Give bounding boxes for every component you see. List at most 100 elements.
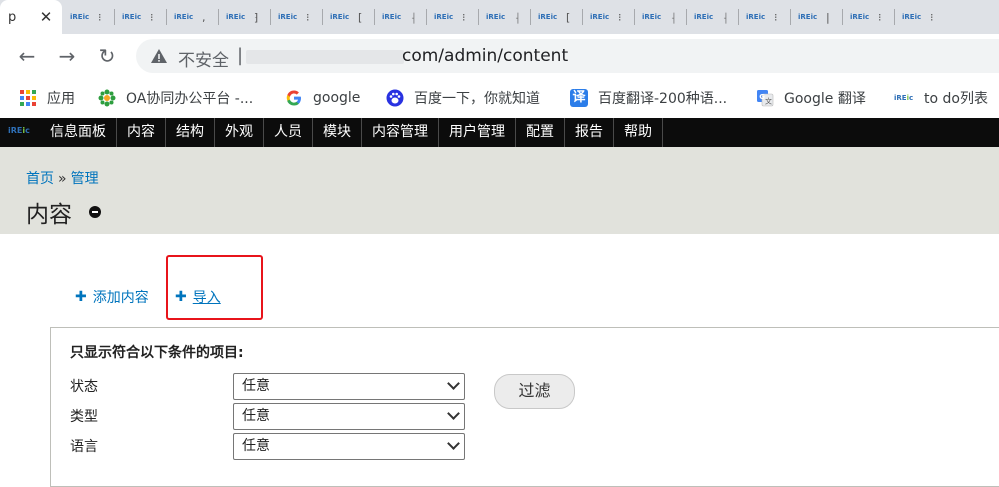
- bookmark-label: 百度一下，你就知道: [414, 91, 540, 107]
- site-logo-icon[interactable]: iREic: [8, 126, 30, 135]
- tab-title: ⁝: [930, 10, 934, 24]
- admin-menu-item[interactable]: 人员: [263, 118, 312, 147]
- tab-title: ⁝: [774, 10, 778, 24]
- browser-tab[interactable]: iREic ⸡: [634, 0, 686, 34]
- bookmark-apps[interactable]: 应用: [19, 78, 75, 118]
- admin-menu-item[interactable]: 帮助: [613, 118, 663, 147]
- admin-menu-item[interactable]: 外观: [214, 118, 263, 147]
- browser-tab-active[interactable]: p ✕: [0, 0, 62, 34]
- bookmark-google[interactable]: google: [285, 78, 360, 118]
- url-text[interactable]: com/admin/content: [402, 46, 568, 66]
- browser-tab[interactable]: iREic [: [322, 0, 374, 34]
- tab-title: ⸡: [722, 10, 729, 24]
- close-tab-icon[interactable]: ✕: [36, 7, 56, 27]
- remove-shortcut-icon[interactable]: [89, 206, 101, 218]
- tab-title: [: [358, 10, 363, 24]
- tab-title: ⸡: [410, 10, 417, 24]
- type-label: 类型: [70, 409, 98, 425]
- redacted-host: [246, 50, 404, 64]
- browser-tab[interactable]: iREic ⸡: [686, 0, 738, 34]
- bookmark-label: OA协同办公平台 -...: [126, 91, 254, 107]
- browser-toolbar: ← → ↻ 不安全 | com/admin/content: [0, 34, 999, 78]
- tab-title: |: [826, 10, 830, 24]
- tab-title: ⸡: [514, 10, 521, 24]
- plus-icon: ✚: [75, 289, 87, 305]
- browser-tab[interactable]: iREic ⁝: [582, 0, 634, 34]
- browser-tab[interactable]: iREic ⁝: [894, 0, 946, 34]
- filter-button[interactable]: 过滤: [494, 374, 575, 409]
- highlight-box: [166, 255, 263, 320]
- filter-fieldset: 只显示符合以下条件的项目: 状态 任意 类型 任意 语言 任意 过滤: [50, 327, 999, 487]
- tab-title: [: [566, 10, 571, 24]
- admin-menu-item[interactable]: 报告: [564, 118, 613, 147]
- bookmark-baidu-translate[interactable]: 译 百度翻译-200种语...: [570, 78, 727, 118]
- bookmark-label: to do列表: [924, 91, 988, 107]
- omnibox-separator: |: [237, 45, 244, 66]
- google-g-icon: [286, 90, 301, 106]
- bookmark-label: google: [313, 90, 361, 106]
- type-select[interactable]: 任意: [233, 403, 465, 430]
- tab-title: ⁆: [254, 10, 259, 24]
- ireic-favicon-icon: iREic: [694, 13, 714, 21]
- admin-menu-item[interactable]: 用户管理: [438, 118, 515, 147]
- admin-menu-item[interactable]: 配置: [515, 118, 564, 147]
- bookmark-google-translate[interactable]: G 文 Google 翻译: [756, 78, 866, 118]
- browser-tab[interactable]: iREic ⁝: [426, 0, 478, 34]
- breadcrumb: 首页» 管理: [26, 168, 99, 188]
- tab-title: ,: [202, 10, 206, 24]
- browser-tab[interactable]: iREic ⁝: [270, 0, 322, 34]
- language-select[interactable]: 任意: [233, 433, 465, 460]
- status-select[interactable]: 任意: [233, 373, 465, 400]
- back-arrow-icon[interactable]: ←: [13, 42, 41, 70]
- ireic-favicon-icon: iREic: [278, 13, 298, 21]
- breadcrumb-home-link[interactable]: 首页: [26, 171, 54, 187]
- admin-menu-item[interactable]: 内容管理: [361, 118, 438, 147]
- google-translate-icon: G 文: [757, 90, 774, 107]
- tab-title: ⁝: [98, 10, 102, 24]
- bookmark-oa[interactable]: OA协同办公平台 -...: [98, 78, 253, 118]
- ireic-favicon-icon: iREic: [850, 13, 870, 21]
- admin-menu-item[interactable]: 结构: [165, 118, 214, 147]
- browser-tab-strip: p ✕ iREic ⁝ iREic ⁝ iREic, iREic ⁆ iREic ⁝ iREic[…: [0, 0, 999, 34]
- chevron-down-icon: [447, 407, 460, 420]
- admin-menu-item[interactable]: 信息面板: [40, 118, 116, 147]
- tab-title: ⁝: [306, 10, 310, 24]
- breadcrumb-separator: »: [58, 171, 67, 187]
- add-content-action[interactable]: ✚ 添加内容: [75, 287, 149, 307]
- ireic-favicon-icon: iREic: [226, 13, 246, 21]
- browser-tab[interactable]: iREic ⁝: [842, 0, 894, 34]
- browser-tab[interactable]: iREic |: [790, 0, 842, 34]
- browser-tab[interactable]: iREic ⁝: [114, 0, 166, 34]
- admin-menu-item[interactable]: 内容: [116, 118, 165, 147]
- browser-tab[interactable]: iREic [: [530, 0, 582, 34]
- select-value: 任意: [242, 438, 270, 454]
- bookmark-todo[interactable]: iREic to do列表: [894, 78, 988, 118]
- bookmark-baidu[interactable]: 百度一下，你就知道: [386, 78, 540, 118]
- ireic-favicon-icon: iREic: [642, 13, 662, 21]
- ireic-favicon-icon: iREic: [538, 13, 558, 21]
- admin-toolbar: iREic 信息面板 内容 结构 外观 人员 模块 内容管理 用户管理 配置 报告 帮助: [0, 118, 999, 147]
- ireic-favicon-icon: iREic: [746, 13, 766, 21]
- ireic-favicon-icon: iREic: [590, 13, 610, 21]
- browser-tab[interactable]: iREic ⁆: [218, 0, 270, 34]
- status-label: 状态: [70, 379, 98, 395]
- browser-tab-list: iREic ⁝ iREic ⁝ iREic, iREic ⁆ iREic ⁝ iREic[iREi…: [62, 0, 946, 34]
- reload-icon[interactable]: ↻: [93, 42, 121, 70]
- select-value: 任意: [242, 378, 270, 394]
- breadcrumb-admin-link[interactable]: 管理: [71, 171, 99, 187]
- browser-tab[interactable]: iREic ⸡: [374, 0, 426, 34]
- browser-tab[interactable]: iREic,: [166, 0, 218, 34]
- bookmark-label: 百度翻译-200种语...: [598, 91, 728, 107]
- admin-menu: 信息面板 内容 结构 外观 人员 模块 内容管理 用户管理 配置 报告 帮助: [40, 118, 663, 147]
- forward-arrow-icon[interactable]: →: [53, 42, 81, 70]
- address-bar[interactable]: 不安全 | com/admin/content: [136, 39, 999, 73]
- browser-tab[interactable]: iREic ⸡: [478, 0, 530, 34]
- browser-tab[interactable]: iREic ⁝: [738, 0, 790, 34]
- tab-title: ⸡: [670, 10, 677, 24]
- warning-triangle-icon[interactable]: [150, 47, 168, 65]
- ireic-favicon-icon: iREic: [894, 94, 914, 102]
- add-content-link[interactable]: 添加内容: [93, 287, 149, 307]
- admin-menu-item[interactable]: 模块: [312, 118, 361, 147]
- security-status-label[interactable]: 不安全: [178, 46, 229, 71]
- browser-tab[interactable]: iREic ⁝: [62, 0, 114, 34]
